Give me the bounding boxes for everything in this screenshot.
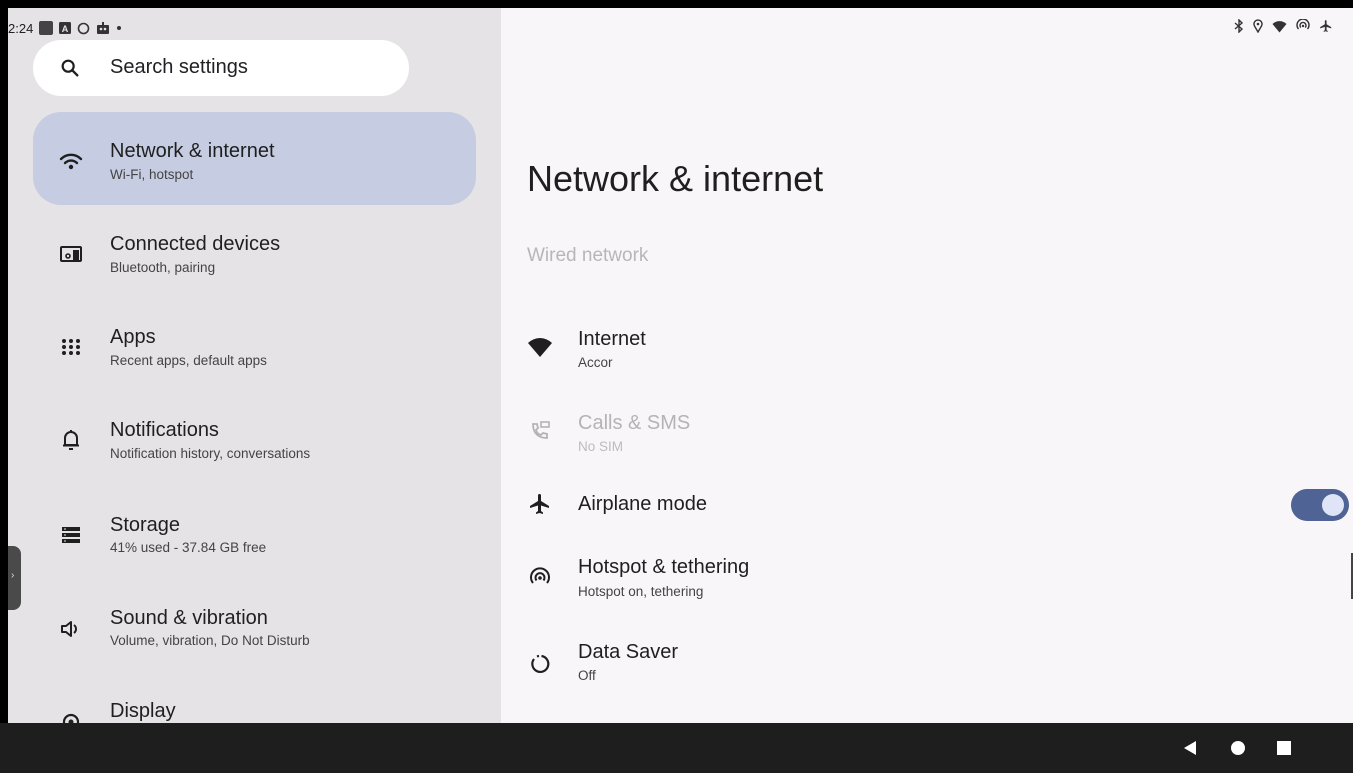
data-saver-icon — [527, 651, 553, 677]
search-bar[interactable]: Search settings — [33, 40, 409, 96]
search-icon — [59, 57, 81, 84]
display-gear-icon — [59, 710, 83, 723]
sidebar-item-title: Notifications — [110, 419, 219, 441]
pref-subtitle: Accor — [578, 355, 613, 370]
section-label-wired-network: Wired network — [527, 245, 649, 266]
pref-data-saver[interactable]: Data Saver Off — [501, 633, 1353, 703]
sidebar-item-title: Display — [110, 700, 176, 722]
sidebar-item-apps[interactable]: Apps Recent apps, default apps — [33, 298, 476, 391]
sidebar-item-network-internet[interactable]: Network & internet Wi-Fi, hotspot — [33, 112, 476, 205]
pref-airplane-mode[interactable]: Airplane mode — [501, 478, 1353, 548]
sidebar-item-subtitle: Volume, vibration, Do Not Disturb — [110, 633, 310, 648]
settings-detail: Network & internet Wired network Interne… — [501, 8, 1353, 723]
hotspot-icon — [527, 565, 553, 591]
sync-circle-icon — [77, 22, 90, 35]
home-icon[interactable] — [1227, 737, 1249, 759]
airplane-icon — [527, 491, 553, 517]
wifi-icon — [1272, 20, 1287, 33]
sidebar-item-subtitle: 41% used - 37.84 GB free — [110, 540, 267, 555]
app-square-icon — [39, 21, 54, 35]
sidebar-item-title: Connected devices — [110, 233, 281, 255]
pref-subtitle: Hotspot on, tethering — [578, 584, 704, 599]
wifi-filled-icon — [527, 334, 553, 360]
location-icon — [1253, 19, 1263, 33]
airplane-mode-toggle[interactable] — [1291, 489, 1349, 521]
storage-icon — [59, 523, 83, 547]
devices-icon — [59, 242, 83, 266]
sidebar-item-title: Apps — [110, 326, 156, 348]
screen: 2:24 A Search settings Network & interne… — [0, 0, 1353, 773]
pref-calls-sms: Calls & SMS No SIM — [501, 404, 1353, 474]
pref-title: Airplane mode — [578, 493, 707, 515]
sidebar-item-subtitle: Wi-Fi, hotspot — [110, 167, 194, 182]
toggle-thumb — [1322, 494, 1344, 516]
back-icon[interactable] — [1179, 737, 1201, 759]
sidebar-item-connected-devices[interactable]: Connected devices Bluetooth, pairing — [33, 205, 476, 298]
bell-icon — [59, 428, 83, 452]
calls-sms-icon — [527, 418, 553, 444]
pref-title: Data Saver — [578, 641, 679, 663]
side-panel-handle[interactable]: › — [8, 546, 21, 610]
pref-title: Calls & SMS — [578, 412, 691, 434]
sidebar-item-title: Sound & vibration — [110, 607, 268, 629]
search-placeholder: Search settings — [110, 56, 248, 78]
status-time: 2:24 — [8, 20, 34, 36]
bluetooth-icon — [1234, 19, 1244, 33]
speaker-icon — [59, 617, 83, 641]
wifi-icon — [59, 149, 83, 173]
recents-icon[interactable] — [1273, 737, 1295, 759]
pref-title: Internet — [578, 328, 646, 350]
hotspot-icon — [1296, 19, 1310, 33]
apps-grid-icon — [59, 335, 83, 359]
navigation-bar — [0, 723, 1353, 773]
sidebar-item-display[interactable]: Display — [33, 670, 476, 723]
sidebar-item-sound-vibration[interactable]: Sound & vibration Volume, vibration, Do … — [33, 577, 476, 670]
pref-internet[interactable]: Internet Accor — [501, 320, 1353, 390]
sidebar-item-subtitle: Bluetooth, pairing — [110, 260, 216, 275]
sidebar-item-storage[interactable]: Storage 41% used - 37.84 GB free — [33, 484, 476, 577]
sidebar-item-subtitle: Notification history, conversations — [110, 446, 311, 461]
sidebar-item-title: Network & internet — [110, 140, 275, 162]
pref-subtitle: Off — [578, 668, 596, 683]
robot-icon — [96, 22, 110, 34]
sidebar-item-title: Storage — [110, 514, 181, 536]
sidebar-item-notifications[interactable]: Notifications Notification history, conv… — [33, 391, 476, 484]
airplane-icon — [1319, 19, 1333, 33]
svg-text:A: A — [62, 24, 69, 34]
dot-icon — [116, 25, 122, 31]
sidebar-item-subtitle: Recent apps, default apps — [110, 353, 267, 368]
a-badge-icon: A — [59, 22, 72, 34]
page-title: Network & internet — [527, 158, 824, 199]
pref-subtitle: No SIM — [578, 439, 624, 454]
pref-title: Hotspot & tethering — [578, 556, 750, 578]
chevron-right-icon: › — [11, 570, 15, 581]
status-bar-right — [1234, 19, 1333, 33]
settings-sidebar: 2:24 A Search settings Network & interne… — [8, 8, 501, 723]
pref-hotspot-tethering[interactable]: Hotspot & tethering Hotspot on, tetherin… — [501, 548, 1353, 618]
status-bar-left: 2:24 A — [8, 17, 122, 39]
